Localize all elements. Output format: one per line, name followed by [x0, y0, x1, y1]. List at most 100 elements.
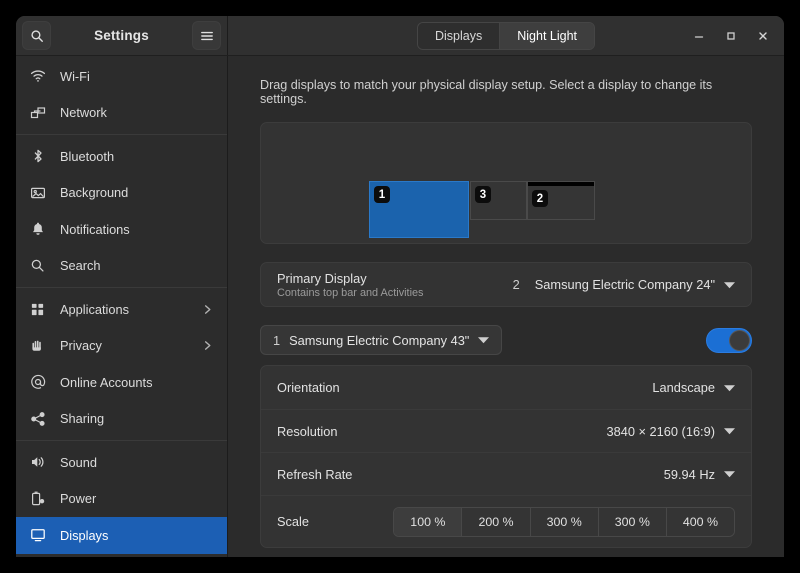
primary-display-card: Primary Display Contains top bar and Act… [260, 262, 752, 307]
refresh-rate-label: Refresh Rate [277, 466, 353, 482]
display-number-badge: 3 [475, 186, 491, 203]
sidebar-item-network[interactable]: Network [16, 95, 227, 132]
scale-option-200[interactable]: 200 % [461, 507, 530, 536]
scale-row: Scale 100 % 200 % 300 % 300 % 400 % [261, 495, 751, 547]
headerbar-content-section: Displays Night Light [228, 16, 784, 55]
resolution-dropdown[interactable]: 3840 × 2160 (16:9) [606, 424, 735, 439]
network-icon [30, 105, 50, 121]
search-icon [30, 258, 50, 273]
main-menu-button[interactable] [192, 21, 221, 50]
display-selector-strip: 1 Samsung Electric Company 43" [260, 325, 752, 355]
apps-grid-icon [30, 302, 50, 317]
toggle-knob [729, 329, 750, 351]
display-tile-1[interactable]: 1 [369, 181, 469, 238]
maximize-button[interactable] [716, 21, 746, 51]
display-tile-2[interactable]: 2 [527, 181, 595, 220]
sidebar-item-background[interactable]: Background [16, 175, 227, 212]
chevron-down-icon [724, 470, 735, 478]
tab-night-light[interactable]: Night Light [499, 23, 595, 49]
sidebar-item-sharing[interactable]: Sharing [16, 401, 227, 438]
sidebar-item-mouse-touchpad[interactable]: Mouse & Touchpad [16, 554, 227, 558]
sidebar-item-power[interactable]: Power [16, 481, 227, 518]
view-switcher: Displays Night Light [416, 22, 596, 50]
display-enabled-toggle[interactable] [706, 327, 752, 353]
display-settings-card: Orientation Landscape Resolution 3840 × … [260, 365, 752, 548]
displays-panel: Drag displays to match your physical dis… [228, 56, 784, 557]
sidebar-item-label: Background [60, 185, 129, 201]
primary-display-label-group: Primary Display Contains top bar and Act… [277, 271, 513, 299]
sidebar-item-online-accounts[interactable]: Online Accounts [16, 364, 227, 401]
tab-displays[interactable]: Displays [417, 23, 500, 49]
primary-display-row[interactable]: Primary Display Contains top bar and Act… [261, 263, 751, 306]
refresh-rate-row[interactable]: Refresh Rate 59.94 Hz [261, 452, 751, 495]
scale-option-300-a[interactable]: 300 % [529, 507, 598, 536]
sidebar-item-search[interactable]: Search [16, 248, 227, 285]
sidebar-item-label: Privacy [60, 338, 102, 354]
scale-segmented-control: 100 % 200 % 300 % 300 % 400 % [393, 506, 735, 537]
scale-option-300-b[interactable]: 300 % [597, 507, 666, 536]
sidebar-item-notifications[interactable]: Notifications [16, 211, 227, 248]
minimize-button[interactable] [684, 21, 714, 51]
share-nodes-icon [30, 411, 50, 427]
scale-option-100[interactable]: 100 % [394, 507, 462, 536]
background-image-icon [30, 185, 50, 201]
sidebar-divider [16, 440, 227, 441]
selected-display-name: Samsung Electric Company 43" [289, 332, 470, 348]
app-title: Settings [94, 28, 149, 43]
sidebar-item-label: Power [60, 491, 97, 507]
sidebar-item-label: Bluetooth [60, 148, 115, 164]
window-body: Wi-Fi Network Bluetooth Background Notif… [16, 56, 784, 557]
chevron-right-icon [202, 339, 213, 352]
resolution-value: 3840 × 2160 (16:9) [606, 423, 715, 439]
search-button[interactable] [22, 21, 51, 50]
arrangement-hint: Drag displays to match your physical dis… [260, 78, 713, 106]
primary-display-label: Primary Display [277, 270, 367, 286]
orientation-row[interactable]: Orientation Landscape [261, 366, 751, 409]
primary-display-dropdown[interactable]: 2 Samsung Electric Company 24" [513, 277, 735, 292]
bluetooth-icon [30, 148, 50, 164]
speaker-volume-icon [30, 454, 50, 470]
primary-display-indicator-bar [528, 182, 594, 186]
sidebar-item-label: Network [60, 105, 107, 121]
selected-display-number: 1 [273, 332, 281, 348]
hand-shield-icon [30, 338, 50, 353]
display-number-badge: 2 [532, 190, 548, 207]
display-tile-3[interactable]: 3 [470, 181, 527, 220]
search-icon [30, 29, 44, 43]
sidebar-item-label: Displays [60, 527, 109, 543]
display-selector-dropdown[interactable]: 1 Samsung Electric Company 43" [260, 325, 503, 355]
display-arrangement-canvas[interactable]: 1 3 2 [260, 122, 752, 244]
primary-display-value: Samsung Electric Company 24" [534, 277, 715, 292]
settings-window: Settings Displays Night Light Wi-Fi Netw… [16, 16, 784, 557]
refresh-rate-dropdown[interactable]: 59.94 Hz [664, 467, 735, 482]
battery-power-icon [30, 491, 50, 507]
sidebar-item-label: Search [60, 258, 101, 274]
at-sign-icon [30, 374, 50, 390]
resolution-label: Resolution [277, 423, 338, 439]
sidebar-item-applications[interactable]: Applications [16, 291, 227, 328]
sidebar-item-wi-fi[interactable]: Wi-Fi [16, 58, 227, 95]
refresh-rate-value: 59.94 Hz [663, 466, 715, 482]
sidebar: Wi-Fi Network Bluetooth Background Notif… [16, 56, 228, 557]
sidebar-item-privacy[interactable]: Privacy [16, 328, 227, 365]
orientation-dropdown[interactable]: Landscape [652, 380, 735, 395]
monitor-icon [30, 527, 50, 543]
sidebar-item-sound[interactable]: Sound [16, 444, 227, 481]
bell-icon [30, 221, 50, 237]
primary-display-sublabel: Contains top bar and Activities [277, 286, 424, 299]
chevron-down-icon [724, 384, 735, 392]
sidebar-item-label: Notifications [60, 221, 130, 237]
wifi-icon [30, 68, 50, 84]
resolution-row[interactable]: Resolution 3840 × 2160 (16:9) [261, 409, 751, 452]
close-button[interactable] [748, 21, 778, 51]
chevron-down-icon [724, 281, 735, 289]
headerbar: Settings Displays Night Light [16, 16, 784, 56]
scale-option-400[interactable]: 400 % [665, 507, 734, 536]
hamburger-menu-icon [200, 30, 214, 42]
sidebar-item-bluetooth[interactable]: Bluetooth [16, 138, 227, 175]
sidebar-item-displays[interactable]: Displays [16, 517, 227, 554]
sidebar-item-label: Sound [60, 454, 98, 470]
scale-label: Scale [277, 514, 310, 529]
orientation-label: Orientation [277, 380, 340, 395]
primary-display-number: 2 [512, 277, 520, 292]
